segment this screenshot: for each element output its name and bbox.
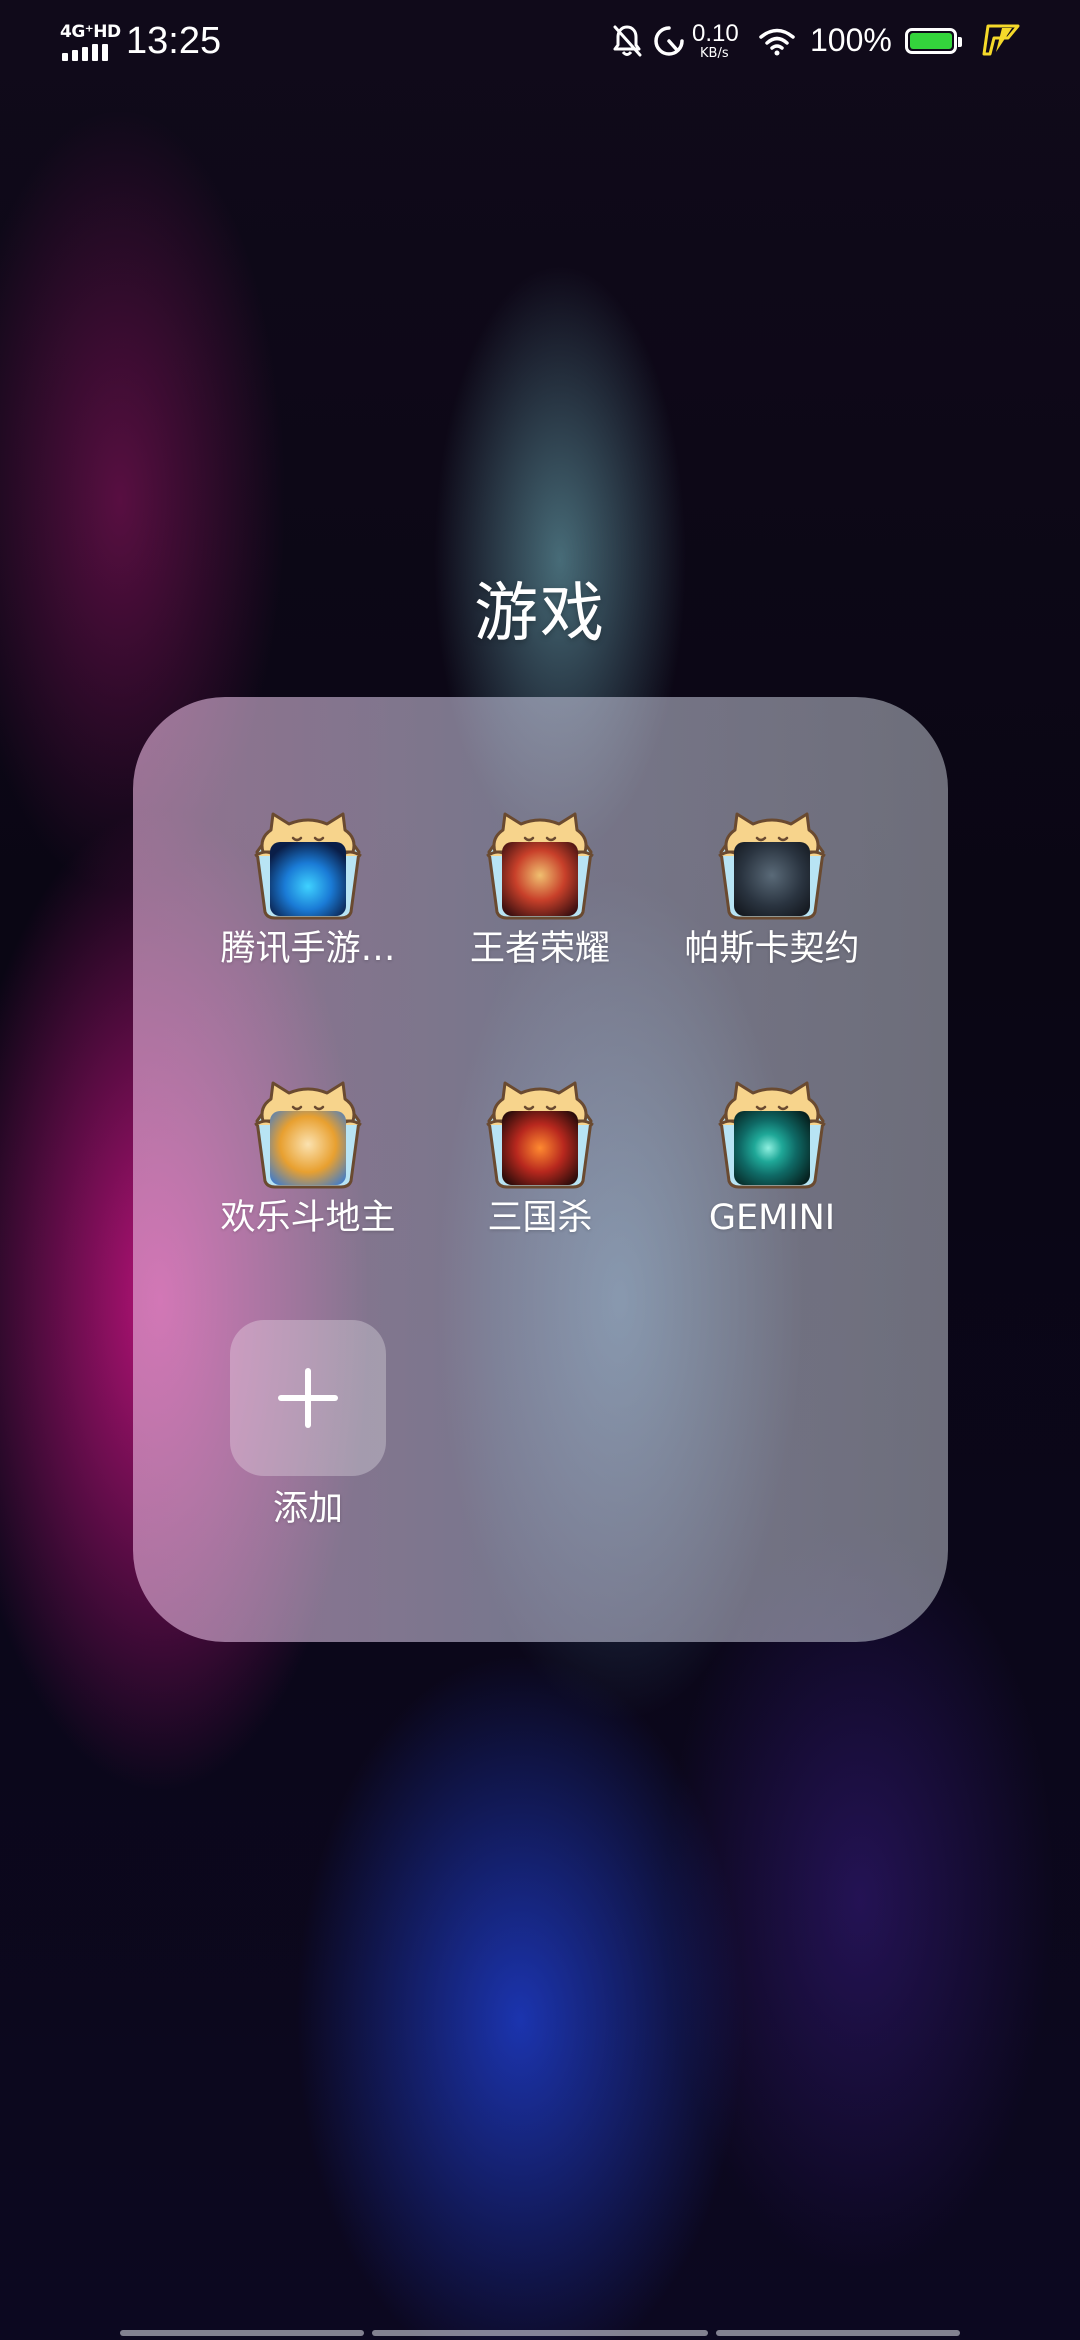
app-label: 帕斯卡契约 — [684, 929, 860, 969]
charging-bolt-icon — [982, 24, 1020, 56]
gemini-icon — [717, 1077, 827, 1189]
app-label: 欢乐斗地主 — [220, 1198, 396, 1238]
net-speed-value: 0.10 — [692, 20, 739, 47]
folder-title[interactable]: 游戏 — [0, 562, 1080, 654]
clock-time: 13:25 — [126, 20, 222, 62]
app-label: 三国杀 — [487, 1198, 593, 1238]
add-label: 添加 — [272, 1489, 343, 1529]
data-saver-icon — [654, 26, 684, 56]
app-label: 腾讯手游… — [220, 929, 396, 969]
battery-tip — [958, 37, 962, 47]
app-label: 王者荣耀 — [469, 929, 610, 969]
battery-fill — [910, 33, 952, 49]
tencent-mobile-games-icon — [253, 808, 363, 920]
bottom-indicator-left — [120, 2330, 364, 2336]
battery-percent: 100% — [810, 22, 892, 58]
honor-of-kings-icon — [485, 808, 595, 920]
net-speed-unit: KB/s — [700, 46, 729, 61]
happy-landlord-icon — [253, 1077, 363, 1189]
bottom-indicator-center — [372, 2330, 708, 2336]
app-happy-landlord[interactable]: 欢乐斗地主 — [193, 1077, 423, 1239]
add-app-button[interactable]: 添加 — [193, 1320, 423, 1530]
bottom-indicator-right — [716, 2330, 960, 2336]
status-bar: 4G⁺HD 13:25 0.10 KB/s 100% — [0, 0, 1080, 86]
app-label: GEMINI — [708, 1198, 836, 1238]
signal-icon — [62, 44, 108, 61]
add-tile[interactable] — [230, 1320, 386, 1476]
app-gemini[interactable]: GEMINI — [657, 1077, 887, 1239]
app-honor-of-kings[interactable]: 王者荣耀 — [425, 808, 655, 970]
battery-body — [905, 28, 957, 54]
network-type-label: 4G⁺HD — [60, 22, 121, 42]
app-sanguosha[interactable]: 三国杀 — [425, 1077, 655, 1239]
cellular-status: 4G⁺HD — [60, 22, 121, 64]
sanguosha-icon — [485, 1077, 595, 1189]
mute-bell-icon — [613, 25, 642, 57]
app-tencent-mobile-games[interactable]: 腾讯手游… — [193, 808, 423, 970]
wifi-icon — [759, 28, 795, 56]
battery-icon — [905, 28, 967, 56]
app-pascal-contract[interactable]: 帕斯卡契约 — [657, 808, 887, 970]
pascal-contract-icon — [717, 808, 827, 920]
